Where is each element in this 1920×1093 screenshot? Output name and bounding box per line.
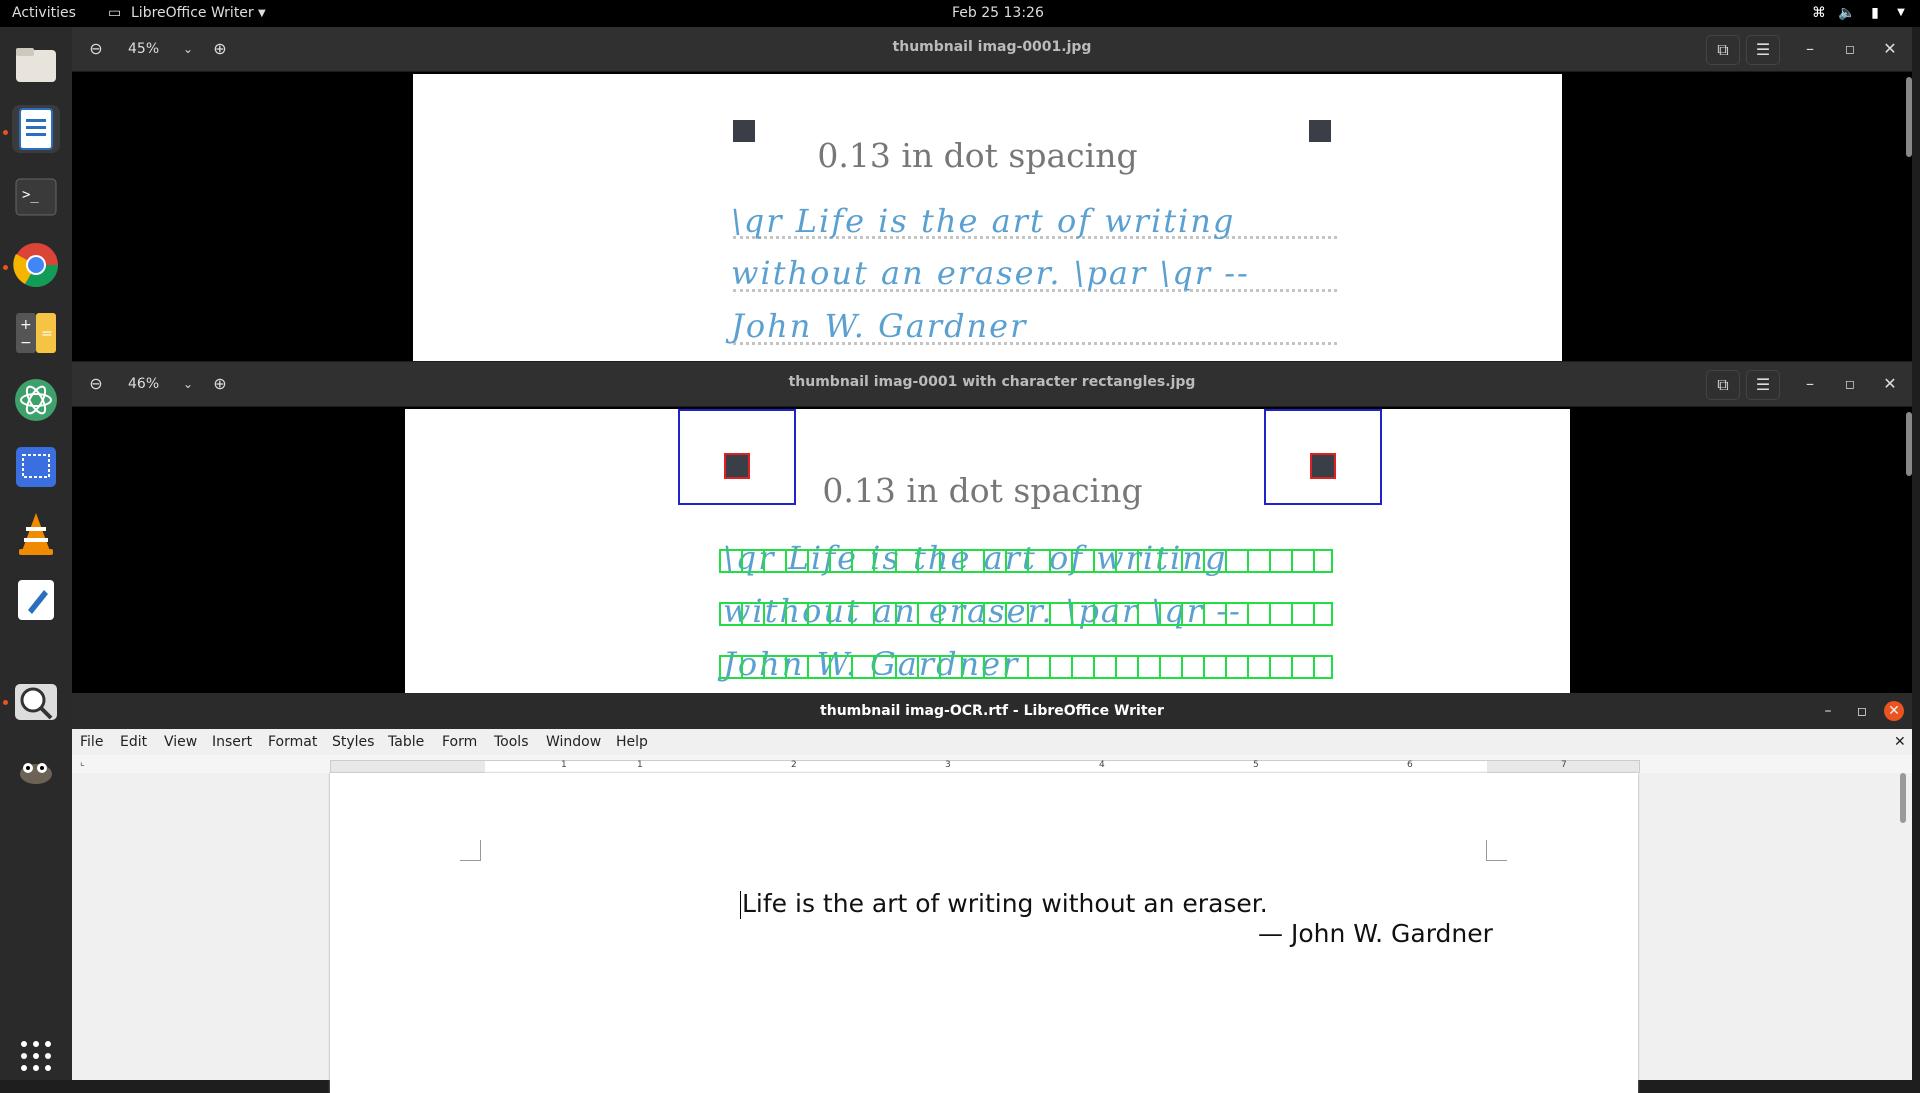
menu-bar: File Edit View Insert Format Styles Tabl… [72,729,1912,755]
magnifier-icon[interactable] [12,678,60,726]
scrollbar[interactable] [1906,412,1912,476]
window-title: thumbnail imag-0001 with character recta… [788,374,1196,390]
horizontal-ruler[interactable]: 1 1 2 3 4 5 6 7 [330,760,1640,774]
writer-titlebar: thumbnail imag-OCR.rtf - LibreOffice Wri… [72,693,1912,729]
hamburger-menu-icon[interactable]: ☰ [1746,370,1780,400]
gallery-icon[interactable]: ⧉ [1706,370,1740,400]
document-area: Life is the art of writing without an er… [72,773,1912,1093]
image-viewer-window-2: ⊖ 46% ⌄ ⊕ thumbnail imag-0001 with chara… [72,362,1912,693]
writer-icon[interactable] [12,105,60,153]
menu-styles[interactable]: Styles [332,734,374,750]
scrollbar[interactable] [1906,77,1912,157]
close-button[interactable]: ✕ [1874,370,1906,398]
minimize-button[interactable]: – [1816,699,1840,723]
crop-mark [1486,840,1507,861]
running-indicator [3,700,8,705]
window-title: thumbnail imag-OCR.rtf - LibreOffice Wri… [820,703,1164,719]
calculator-icon[interactable]: + − = [12,309,60,357]
gallery-icon[interactable]: ⧉ [1706,35,1740,65]
ruler-number: 5 [1253,760,1259,770]
tab-stop-icon[interactable]: ⌞ [80,757,85,768]
menu-help[interactable]: Help [616,734,648,750]
handwritten-line-3: John W. Gardner [731,307,1028,345]
atom-icon[interactable] [12,376,60,424]
ruler-number: 2 [791,760,797,770]
handwritten-line-2: without an eraser. \par \qr -- [731,254,1250,292]
ruler-number: 6 [1407,760,1413,770]
gimp-icon[interactable] [12,746,60,794]
svg-text:>_: >_ [22,187,39,203]
ruler-number: 4 [1099,760,1105,770]
menu-edit[interactable]: Edit [120,734,147,750]
files-icon[interactable] [12,40,60,88]
ruler-number: 1 [637,760,643,770]
image-canvas[interactable]: 0.13 in dot spacing \qr Life is the art … [405,409,1570,693]
hamburger-menu-icon[interactable]: ☰ [1746,35,1780,65]
menu-format[interactable]: Format [268,734,317,750]
maximize-button[interactable]: ◻ [1834,35,1866,63]
maximize-button[interactable]: ◻ [1834,370,1866,398]
character-rectangles-row [719,549,1333,573]
viewer-header: ⊖ 45% ⌄ ⊕ thumbnail imag-0001.jpg ⧉ ☰ – … [72,27,1912,72]
ruler-number: 3 [945,760,951,770]
document-line-2[interactable]: — John W. Gardner [1258,919,1493,948]
activities-button[interactable]: Activities [12,5,76,21]
running-indicator [3,265,8,270]
minimize-button[interactable]: – [1794,370,1826,398]
dock: >_ + − = [0,27,73,1080]
chrome-icon[interactable] [12,241,60,289]
viewer-header: ⊖ 46% ⌄ ⊕ thumbnail imag-0001 with chara… [72,362,1912,407]
menu-form[interactable]: Form [442,734,477,750]
handwritten-line-1: \qr Life is the art of writing [731,202,1236,240]
close-button[interactable]: ✕ [1874,35,1906,63]
maximize-button[interactable]: ◻ [1850,699,1874,723]
document-page[interactable]: Life is the art of writing without an er… [330,773,1638,1093]
ruler-number: 1 [561,760,567,770]
minimize-button[interactable]: – [1794,35,1826,63]
heading-text: 0.13 in dot spacing [817,136,1138,175]
menu-window[interactable]: Window [546,734,601,750]
app-menu-button[interactable]: LibreOffice Writer [131,5,254,21]
wifi-icon[interactable]: ⌘ [1810,4,1828,22]
menu-view[interactable]: View [164,734,197,750]
document-line-1[interactable]: Life is the art of writing without an er… [742,889,1268,918]
menu-tools[interactable]: Tools [494,734,529,750]
clock[interactable]: Feb 25 13:26 [952,5,1044,21]
image-viewer-window-1: ⊖ 45% ⌄ ⊕ thumbnail imag-0001.jpg ⧉ ☰ – … [72,27,1912,361]
app-menu-icon: ▭ [108,5,122,21]
svg-text:=: = [41,326,53,342]
show-apps-icon[interactable] [12,1032,60,1080]
crop-mark [460,840,481,861]
character-rectangles-row [719,602,1333,626]
menu-table[interactable]: Table [388,734,424,750]
menu-file[interactable]: File [80,734,103,750]
chevron-down-icon[interactable]: ▼ [258,8,266,19]
top-bar: Activities ▭ LibreOffice Writer ▼ Feb 25… [0,0,1920,27]
svg-text:−: − [20,335,32,351]
battery-icon[interactable]: ▮ [1866,4,1884,22]
text-cursor [740,891,741,919]
writer-window: thumbnail imag-OCR.rtf - LibreOffice Wri… [72,693,1912,1093]
close-button[interactable]: ✕ [1884,701,1904,721]
menu-insert[interactable]: Insert [212,734,252,750]
volume-icon[interactable]: 🔈 [1838,4,1856,22]
vlc-icon[interactable] [12,510,60,558]
close-document-icon[interactable]: ✕ [1894,734,1906,750]
scrollbar[interactable] [1900,773,1906,823]
text-editor-icon[interactable] [12,576,60,624]
ruler-margin [331,761,485,773]
terminal-icon[interactable]: >_ [12,173,60,221]
running-indicator [3,130,8,135]
svg-text:+: + [20,317,32,333]
image-canvas[interactable]: 0.13 in dot spacing \qr Life is the art … [413,74,1562,361]
heading-text: 0.13 in dot spacing [822,471,1143,510]
window-title: thumbnail imag-0001.jpg [892,39,1092,55]
character-rectangles-row [719,655,1333,679]
system-menu-chevron-icon[interactable]: ▼ [1892,4,1910,22]
ruler-row: ⌞ 1 1 2 3 4 5 6 7 [72,755,1912,774]
ruler-number: 7 [1561,760,1567,770]
screenshot-icon[interactable] [12,443,60,491]
